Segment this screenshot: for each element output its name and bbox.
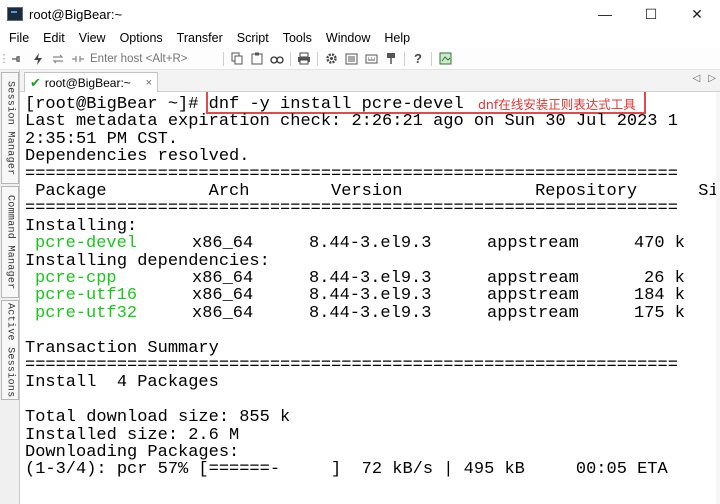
toolbar-separator: [317, 51, 318, 66]
maximize-button[interactable]: ☐: [628, 0, 674, 28]
installed-size: Installed size: 2.6 M: [25, 425, 240, 445]
transaction-summary: Transaction Summary: [25, 338, 219, 358]
terminal-line: Dependencies resolved.: [25, 147, 250, 167]
toolbar-separator: [404, 51, 405, 66]
menu-options[interactable]: Options: [113, 31, 170, 45]
toolbar-grip-icon: ⋮: [0, 53, 10, 65]
terminal-line: Last metadata expiration check: 2:26:21 …: [25, 112, 678, 132]
copy-icon[interactable]: [227, 50, 247, 68]
keymap-icon[interactable]: [361, 50, 381, 68]
menu-tools[interactable]: Tools: [276, 31, 319, 45]
paste-icon[interactable]: [247, 50, 267, 68]
securecrt-app-icon: [7, 7, 23, 21]
connected-check-icon: ✔: [30, 74, 41, 90]
reconnect-icon[interactable]: [48, 50, 68, 68]
downloading-label: Downloading Packages:: [25, 443, 240, 462]
separator-line: ========================================…: [25, 356, 678, 375]
toolbar-separator: [223, 51, 224, 66]
window-title: root@BigBear:~: [29, 6, 123, 22]
active-sessions-tab[interactable]: Active Sessions: [1, 300, 19, 400]
host-input[interactable]: [88, 50, 220, 67]
command-manager-tab[interactable]: Command Manager: [1, 186, 19, 298]
table-header: Package Arch Version Repository Size: [25, 182, 720, 201]
quick-connect-icon[interactable]: [28, 50, 48, 68]
separator-line: ========================================…: [25, 164, 678, 184]
install-count: Install 4 Packages: [25, 373, 219, 393]
session-tab-strip: ✔ root@BigBear:~ × ◁ ▷: [20, 70, 720, 92]
find-icon[interactable]: [267, 50, 287, 68]
tab-navigation: ◁ ▷: [693, 73, 716, 84]
menu-window[interactable]: Window: [319, 31, 377, 45]
menu-edit[interactable]: Edit: [36, 31, 72, 45]
close-button[interactable]: ✕: [674, 0, 720, 28]
section-installing: Installing:: [25, 216, 138, 236]
minimize-button[interactable]: —: [582, 0, 628, 28]
toolbar: ⋮ ?: [0, 48, 720, 70]
download-size: Total download size: 855 k: [25, 408, 291, 428]
tab-close-icon[interactable]: ×: [146, 77, 152, 89]
separator-line: ========================================…: [25, 199, 678, 219]
toolbar-separator: [290, 51, 291, 66]
menu-view[interactable]: View: [72, 31, 113, 45]
command-annotation: dnf在线安装正则表达式工具: [478, 97, 636, 112]
tab-scroll-right-icon[interactable]: ▷: [708, 73, 716, 84]
session-options-icon[interactable]: [341, 50, 361, 68]
section-dependencies: Installing dependencies:: [25, 251, 270, 271]
terminal-scrollbar[interactable]: [716, 92, 720, 504]
menu-script[interactable]: Script: [230, 31, 276, 45]
menu-bar: File Edit View Options Transfer Script T…: [0, 28, 720, 48]
session-tab-root-bigbear[interactable]: ✔ root@BigBear:~ ×: [24, 72, 158, 92]
session-tab-label: root@BigBear:~: [44, 75, 131, 90]
download-progress: (1-3/4): pcr 57% [======- ] 72 kB/s | 49…: [25, 460, 668, 480]
side-panel-tabs: Session Manager Command Manager Active S…: [0, 70, 20, 504]
disconnect-icon[interactable]: [68, 50, 88, 68]
terminal-line: 2:35:51 PM CST.: [25, 129, 179, 149]
terminal-output[interactable]: [root@BigBear ~]# dnf -y install pcre-de…: [21, 92, 720, 504]
session-manager-tab[interactable]: Session Manager: [1, 72, 19, 184]
title-bar: root@BigBear:~ — ☐ ✕: [0, 0, 720, 28]
window-controls: — ☐ ✕: [582, 0, 720, 28]
print-icon[interactable]: [294, 50, 314, 68]
connect-icon[interactable]: [8, 50, 28, 68]
key-agent-icon[interactable]: [381, 50, 401, 68]
help-icon[interactable]: ?: [408, 50, 428, 68]
toolbar-separator: [431, 51, 432, 66]
map-icon[interactable]: [435, 50, 455, 68]
tab-scroll-left-icon[interactable]: ◁: [693, 73, 701, 84]
menu-file[interactable]: File: [0, 31, 36, 45]
shell-prompt: [root@BigBear ~]#: [25, 95, 209, 114]
settings-icon[interactable]: [321, 50, 341, 68]
menu-transfer[interactable]: Transfer: [170, 31, 230, 45]
menu-help[interactable]: Help: [377, 31, 417, 45]
